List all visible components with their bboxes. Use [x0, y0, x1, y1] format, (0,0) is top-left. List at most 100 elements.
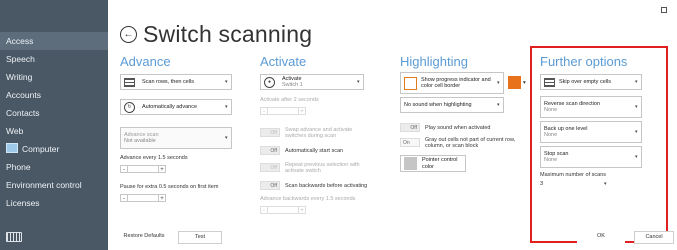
decrement-button: -	[260, 107, 268, 115]
computer-icon	[6, 143, 18, 153]
advance-scan-value: Not available	[124, 138, 156, 144]
chevron-down-icon: ▾	[604, 181, 607, 188]
sidebar-item-phone[interactable]: Phone	[0, 158, 108, 176]
sidebar-item-contacts[interactable]: Contacts	[0, 104, 108, 122]
play-sound-toggle[interactable]: Off Play sound when activated	[400, 123, 490, 132]
keyboard-icon[interactable]	[6, 232, 22, 242]
toggle-state[interactable]: Off	[400, 123, 420, 132]
chevron-down-icon: ▾	[635, 103, 638, 110]
chevron-down-icon: ▾	[497, 101, 500, 108]
sidebar-item-label: Computer	[22, 144, 60, 154]
reverse-direction-dropdown[interactable]: Reverse scan direction None ▾	[540, 96, 642, 118]
toggle-label: Gray out cells not part of current row, …	[425, 136, 516, 149]
skip-empty-value: Skip over empty cells	[559, 78, 611, 85]
sidebar-item-access[interactable]: Access	[0, 32, 108, 50]
highlight-style-value: Show progress indicator and color cell b…	[421, 76, 491, 90]
activate-after-stepper: - +	[260, 107, 306, 115]
max-scans-dropdown[interactable]: 3 ▾	[540, 180, 610, 189]
advance-title: Advance	[120, 54, 171, 69]
activate-section: Activate	[260, 54, 306, 70]
toggle-label: Automatically start scan	[285, 147, 344, 154]
toggle-state[interactable]: On	[400, 138, 420, 147]
stop-scan-label: Stop scan None	[541, 151, 635, 164]
advance-scan-title: Advance scan	[124, 131, 159, 138]
toggle-state[interactable]: Off	[260, 181, 280, 190]
activate-mode-dropdown[interactable]: ● Activate Switch 1 ▾	[260, 74, 364, 90]
back-up-level-title: Back up one level	[544, 125, 588, 132]
highlight-style-dropdown[interactable]: Show progress indicator and color cell b…	[400, 72, 504, 94]
decrement-button: -	[260, 206, 268, 214]
sidebar-item-label: Contacts	[6, 108, 40, 118]
toggle-label: Scan backwards before activating	[285, 182, 368, 189]
stepper-track	[128, 194, 158, 202]
sidebar-item-computer[interactable]: Computer	[0, 140, 108, 158]
timer-icon: ↻	[124, 101, 135, 113]
chevron-down-icon: ▾	[225, 103, 228, 110]
sidebar-item-label: Accounts	[6, 90, 41, 100]
pointer-color-swatch	[404, 157, 417, 170]
chevron-down-icon: ▾	[635, 128, 638, 135]
advance-section: Advance	[120, 54, 171, 70]
sidebar-item-environment-control[interactable]: Environment control	[0, 176, 108, 194]
scan-mode-dropdown[interactable]: Scan rows, then cells ▾	[120, 74, 232, 90]
back-up-level-dropdown[interactable]: Back up one level None ▾	[540, 121, 642, 143]
switch-icon: ●	[264, 76, 275, 88]
grid-icon	[124, 77, 135, 87]
sidebar-item-label: Phone	[6, 162, 31, 172]
pointer-color-value: Pointer control color	[422, 157, 458, 170]
activate-mode-value: Switch 1	[282, 82, 303, 88]
further-options-title: Further options	[540, 54, 628, 69]
restore-defaults-button[interactable]: Restore Defaults	[120, 231, 168, 244]
toggle-state: Off	[260, 128, 280, 137]
back-arrow-icon[interactable]: ←	[120, 25, 137, 43]
chevron-down-icon[interactable]: ▾	[523, 80, 526, 86]
cancel-button[interactable]: Cancel	[634, 231, 674, 244]
gray-out-toggle[interactable]: On Gray out cells not part of current ro…	[400, 136, 525, 149]
increment-button[interactable]: +	[158, 194, 166, 202]
max-scans-value: 3	[540, 181, 544, 188]
advance-every-stepper[interactable]: - +	[120, 165, 166, 173]
max-scans-label: Maximum number of scans	[540, 172, 607, 178]
highlight-sound-dropdown[interactable]: No sound when highlighting ▾	[400, 97, 504, 113]
sidebar-item-label: Access	[6, 36, 34, 46]
activate-mode-label: Activate Switch 1	[279, 76, 357, 89]
advance-scan-dropdown: Advance scan Not available ▾	[120, 127, 232, 149]
swap-switches-toggle: Off Swap advance and activate switches d…	[260, 127, 367, 139]
stop-scan-dropdown[interactable]: Stop scan None ▾	[540, 146, 642, 168]
sidebar-item-label: Writing	[6, 72, 33, 82]
reverse-direction-label: Reverse scan direction None	[541, 101, 635, 114]
sidebar-item-accounts[interactable]: Accounts	[0, 86, 108, 104]
grid-icon	[544, 77, 555, 87]
scan-backwards-toggle[interactable]: Off Scan backwards before activating	[260, 181, 367, 190]
advance-every-label: Advance every 1.5 seconds	[120, 155, 188, 161]
chevron-down-icon: ▾	[497, 79, 500, 86]
decrement-button[interactable]: -	[120, 194, 128, 202]
sidebar-item-speech[interactable]: Speech	[0, 50, 108, 68]
sidebar-item-writing[interactable]: Writing	[0, 68, 108, 86]
decrement-button[interactable]: -	[120, 165, 128, 173]
chevron-down-icon: ▾	[225, 134, 228, 141]
advance-mode-dropdown[interactable]: ↻ Automatically advance ▾	[120, 99, 232, 115]
toggle-state[interactable]: Off	[260, 146, 280, 155]
pause-first-stepper[interactable]: - +	[120, 194, 166, 202]
ok-button[interactable]: OK	[577, 231, 625, 244]
further-options-section: Further options	[540, 54, 627, 70]
sidebar-item-label: Web	[6, 126, 24, 136]
pointer-color-dropdown[interactable]: Pointer control color	[400, 155, 466, 172]
activate-after-label: Activate after 2 seconds	[260, 97, 319, 103]
highlighting-section: Highlighting	[400, 54, 468, 70]
auto-start-scan-toggle[interactable]: Off Automatically start scan	[260, 146, 343, 155]
highlight-sound-value: No sound when highlighting	[404, 101, 472, 108]
sidebar-item-web[interactable]: Web	[0, 122, 108, 140]
stepper-track	[128, 165, 158, 173]
skip-empty-dropdown[interactable]: Skip over empty cells ▾	[540, 74, 642, 90]
increment-button[interactable]: +	[158, 165, 166, 173]
cell-border-icon	[404, 76, 417, 90]
sidebar: Access Speech Writing Accounts Contacts …	[0, 0, 108, 250]
repeat-selection-toggle: Off Repeat previous selection with activ…	[260, 162, 367, 174]
chevron-down-icon: ▾	[635, 153, 638, 160]
highlight-color-swatch[interactable]	[508, 76, 521, 89]
sidebar-item-licenses[interactable]: Licenses	[0, 194, 108, 212]
test-button[interactable]: Test	[178, 231, 222, 244]
window-restore-icon[interactable]	[661, 7, 667, 13]
